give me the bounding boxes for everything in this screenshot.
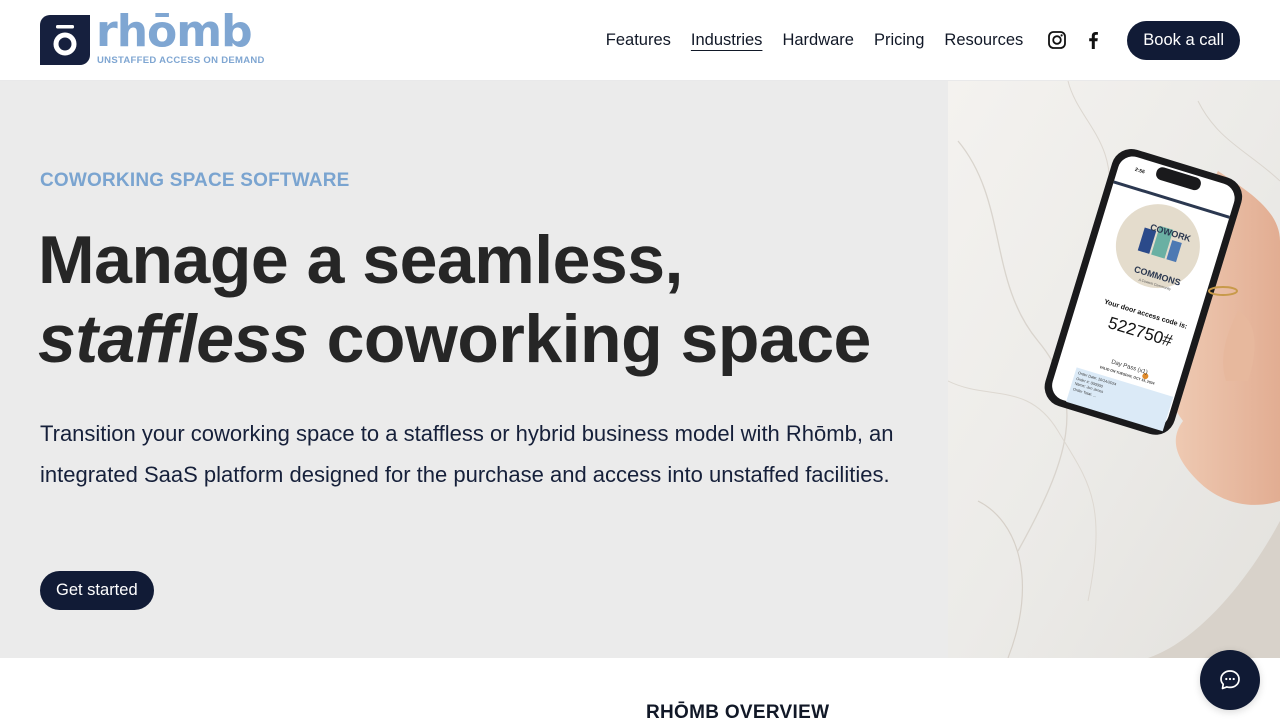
hero-photo: 2:56 COWORK COMMONS A Cowork Community Y… — [948, 81, 1280, 658]
hero-section: COWORKING SPACE SOFTWARE Manage a seamle… — [0, 81, 948, 658]
chat-button[interactable] — [1200, 650, 1260, 710]
headline-emphasis: staffless — [38, 301, 309, 377]
main-nav: Features Industries Hardware Pricing Res… — [606, 0, 1240, 80]
nav-features[interactable]: Features — [606, 31, 671, 50]
facebook-icon[interactable] — [1083, 30, 1103, 50]
chat-bubble-icon — [1220, 670, 1240, 690]
book-call-button[interactable]: Book a call — [1127, 20, 1240, 60]
hero-headline: Manage a seamless, staffless coworking s… — [38, 221, 918, 379]
phone-logo-bottom: COMMONS — [1132, 264, 1182, 288]
logo[interactable]: rhōmb UNSTAFFED ACCESS ON DEMAND — [40, 6, 264, 66]
phone-status-time: 2:56 — [1134, 166, 1146, 176]
instagram-icon[interactable] — [1047, 30, 1067, 50]
nav-resources[interactable]: Resources — [944, 31, 1023, 50]
logo-wordmark: rhōmb — [96, 6, 253, 57]
phone-logo-top: COWORK — [1149, 221, 1193, 244]
headline-line-1: Manage a seamless, — [38, 222, 683, 298]
hero-eyebrow: COWORKING SPACE SOFTWARE — [40, 170, 350, 191]
get-started-button[interactable]: Get started — [40, 571, 154, 610]
headline-line-2: coworking space — [308, 301, 872, 377]
logo-tagline: UNSTAFFED ACCESS ON DEMAND — [97, 55, 265, 66]
nav-industries[interactable]: Industries — [691, 31, 763, 50]
nav-pricing[interactable]: Pricing — [874, 31, 924, 50]
overview-heading: RHŌMB OVERVIEW — [646, 702, 830, 720]
site-header: rhōmb UNSTAFFED ACCESS ON DEMAND Feature… — [0, 0, 1280, 81]
hero-description: Transition your coworking space to a sta… — [40, 421, 894, 487]
logo-mark-icon — [40, 15, 90, 65]
overview-section: RHŌMB OVERVIEW — [0, 658, 1280, 720]
nav-hardware[interactable]: Hardware — [782, 31, 854, 50]
